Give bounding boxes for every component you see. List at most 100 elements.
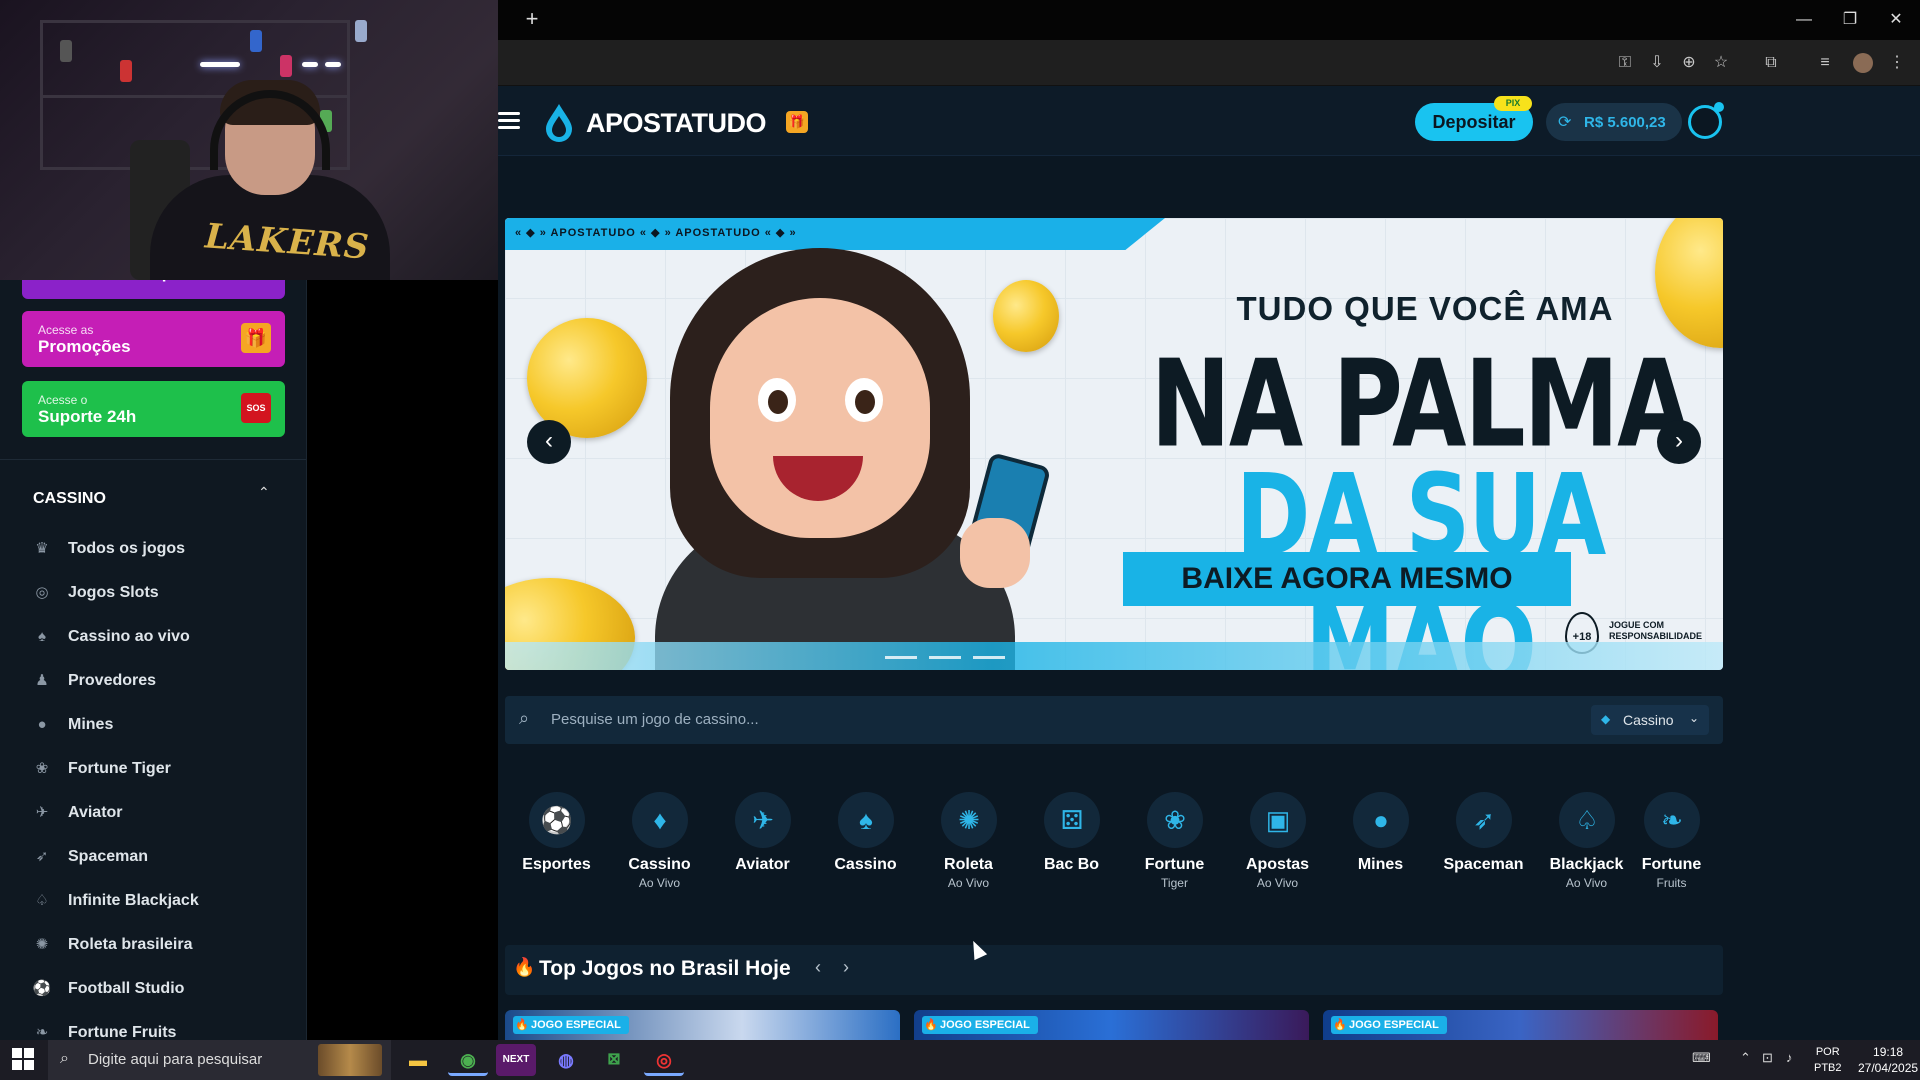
taskbar-search-input[interactable]: Digite aqui para pesquisar — [88, 1051, 262, 1068]
category-cassino-ao-vivo[interactable]: ♦ Cassino Ao Vivo — [608, 792, 711, 912]
character-eye — [845, 378, 883, 422]
cards-icon: ♠ — [838, 792, 894, 848]
media-control-icon[interactable]: ≡ — [1812, 50, 1838, 76]
sidebar-item-todos-os-jogos[interactable]: ♛ Todos os jogos — [30, 534, 280, 564]
windows-start-icon[interactable] — [12, 1048, 34, 1070]
promo-banner[interactable]: « ◆ » APOSTATUDO « ◆ » APOSTATUDO « ◆ » … — [505, 218, 1723, 670]
figure — [280, 55, 292, 77]
browser-menu-icon[interactable]: ⋮ — [1884, 50, 1910, 76]
category-aviator[interactable]: ✈ Aviator — [711, 792, 814, 912]
sidebar-item-jogos-slots[interactable]: ◎ Jogos Slots — [30, 578, 280, 608]
profile-avatar-icon[interactable] — [1853, 53, 1873, 73]
slots-icon: ◎ — [35, 584, 49, 601]
plane-icon: ✈ — [35, 804, 49, 821]
category-cassino[interactable]: ♠ Cassino — [814, 792, 917, 912]
install-app-icon[interactable]: ⇩ — [1644, 50, 1670, 76]
suporte-24h-button[interactable]: Acesse o Suporte 24h SOS — [22, 381, 285, 437]
search-input[interactable]: Pesquise um jogo de cassino... — [551, 711, 759, 728]
search-icon: ⌕ — [519, 708, 530, 728]
sidebar-item-spaceman[interactable]: ➶ Spaceman — [30, 842, 280, 872]
sidebar-item-fortune-fruits[interactable]: ❧ Fortune Fruits — [30, 1018, 280, 1040]
crown-icon: ♛ — [35, 540, 49, 557]
next-arrow-icon[interactable]: › — [843, 957, 849, 978]
category-roleta-ao-vivo[interactable]: ✺ Roleta Ao Vivo — [917, 792, 1020, 912]
sidebar-item-aviator[interactable]: ✈ Aviator — [30, 798, 280, 828]
roulette-icon: ✺ — [941, 792, 997, 848]
gold-coin — [993, 280, 1059, 352]
close-window-button[interactable]: ✕ — [1876, 6, 1916, 34]
balance-display[interactable]: ⟳ R$ 5.600,23 — [1546, 103, 1682, 141]
system-clock[interactable]: 19:18 27/04/2025 — [1858, 1044, 1918, 1076]
live-bet-icon: ▣ — [1250, 792, 1306, 848]
discord-icon[interactable]: ◍ — [546, 1044, 586, 1076]
sidebar-item-mines[interactable]: ● Mines — [30, 710, 280, 740]
hamburger-menu-icon[interactable] — [498, 112, 520, 130]
category-fortune-tiger[interactable]: ❀ Fortune Tiger — [1123, 792, 1226, 912]
category-fortune-fruits[interactable]: ❧ Fortune Fruits — [1620, 792, 1723, 912]
dice-icon: ⚄ — [1044, 792, 1100, 848]
site-logo-text[interactable]: APOSTATUDO — [586, 108, 767, 139]
prev-arrow-icon[interactable]: ‹ — [815, 957, 821, 978]
game-card[interactable]: JOGO ESPECIAL — [1323, 1010, 1718, 1040]
search-highlight-image — [318, 1044, 382, 1076]
chevron-up-icon[interactable]: ⌃ — [1740, 1050, 1751, 1066]
category-label: Roleta — [944, 856, 993, 873]
game-search-bar: ⌕ Pesquise um jogo de cassino... ◆ Cassi… — [505, 696, 1723, 744]
paw-icon: ❀ — [1147, 792, 1203, 848]
character-eye — [758, 378, 796, 422]
password-key-icon[interactable]: ⚿ — [1612, 50, 1638, 76]
bookmark-star-icon[interactable]: ☆ — [1708, 50, 1734, 76]
category-label: Fortune — [1144, 856, 1205, 873]
category-select[interactable]: ◆ Cassino ⌄ — [1591, 705, 1709, 735]
new-tab-button[interactable]: + — [518, 6, 546, 34]
light-strip — [302, 62, 318, 67]
category-bac-bo[interactable]: ⚄ Bac Bo — [1020, 792, 1123, 912]
carousel-dots[interactable] — [885, 646, 1017, 664]
sidebar-item-football-studio[interactable]: ⚽ Football Studio — [30, 974, 280, 1004]
sidebar-item-cassino-ao-vivo[interactable]: ♠ Cassino ao vivo — [30, 622, 280, 652]
sidebar-item-label: Infinite Blackjack — [68, 892, 199, 909]
next-app-icon[interactable]: NEXT — [496, 1044, 536, 1076]
gift-icon[interactable]: 🎁 — [786, 111, 808, 133]
sidebar-item-infinite-blackjack[interactable]: ♤ Infinite Blackjack — [30, 886, 280, 916]
extensions-icon[interactable]: ⧉ — [1758, 50, 1784, 76]
refresh-icon[interactable]: ⟳ — [1558, 112, 1571, 132]
spreadsheet-icon[interactable]: ⊠ — [594, 1044, 634, 1076]
roulette-icon: ✺ — [35, 936, 49, 953]
chevron-up-icon[interactable]: ⌃ — [258, 484, 270, 501]
minimize-button[interactable]: — — [1784, 6, 1824, 34]
carousel-prev-button[interactable]: ‹ — [527, 420, 571, 464]
category-esportes[interactable]: ⚽ Esportes — [505, 792, 608, 912]
sidebar-divider — [0, 459, 306, 460]
language-indicator[interactable]: POR PTB2 — [1814, 1044, 1842, 1076]
category-sub: Tiger — [1161, 876, 1188, 890]
cassino-section-title[interactable]: CASSINO — [33, 490, 106, 508]
taskbar-search[interactable]: ⌕ Digite aqui para pesquisar — [48, 1040, 391, 1080]
carousel-next-button[interactable]: › — [1657, 420, 1701, 464]
pix-badge: PIX — [1494, 96, 1532, 111]
figure — [250, 30, 262, 52]
responsibility-text: JOGUE COM RESPONSABILIDADE — [1609, 620, 1703, 641]
banner-cta[interactable]: BAIXE AGORA MESMO — [1123, 552, 1571, 606]
category-mines[interactable]: ● Mines — [1329, 792, 1432, 912]
volume-icon[interactable]: ♪ — [1786, 1050, 1793, 1065]
network-icon[interactable]: ⊡ — [1762, 1050, 1773, 1066]
game-card[interactable]: JOGO ESPECIAL — [505, 1010, 900, 1040]
file-explorer-icon[interactable]: ▬ — [398, 1044, 438, 1076]
obs-icon[interactable]: ◎ — [644, 1044, 684, 1076]
keyboard-icon[interactable]: ⌨ — [1692, 1050, 1711, 1066]
category-spaceman[interactable]: ➶ Spaceman — [1432, 792, 1535, 912]
sidebar-item-roleta-brasileira[interactable]: ✺ Roleta brasileira — [30, 930, 280, 960]
special-game-tag: JOGO ESPECIAL — [922, 1016, 1038, 1034]
category-apostas-ao-vivo[interactable]: ▣ Apostas Ao Vivo — [1226, 792, 1329, 912]
promocoes-button[interactable]: Acesse as Promoções 🎁 — [22, 311, 285, 367]
figure — [355, 20, 367, 42]
game-card[interactable]: JOGO ESPECIAL — [914, 1010, 1309, 1040]
zoom-icon[interactable]: ⊕ — [1676, 50, 1702, 76]
sidebar-item-fortune-tiger[interactable]: ❀ Fortune Tiger — [30, 754, 280, 784]
fruits-icon: ❧ — [1644, 792, 1700, 848]
restore-button[interactable]: ❐ — [1830, 6, 1870, 34]
chrome-icon[interactable]: ◉ — [448, 1044, 488, 1076]
sidebar-item-provedores[interactable]: ♟ Provedores — [30, 666, 280, 696]
category-label: Cassino — [628, 856, 691, 873]
